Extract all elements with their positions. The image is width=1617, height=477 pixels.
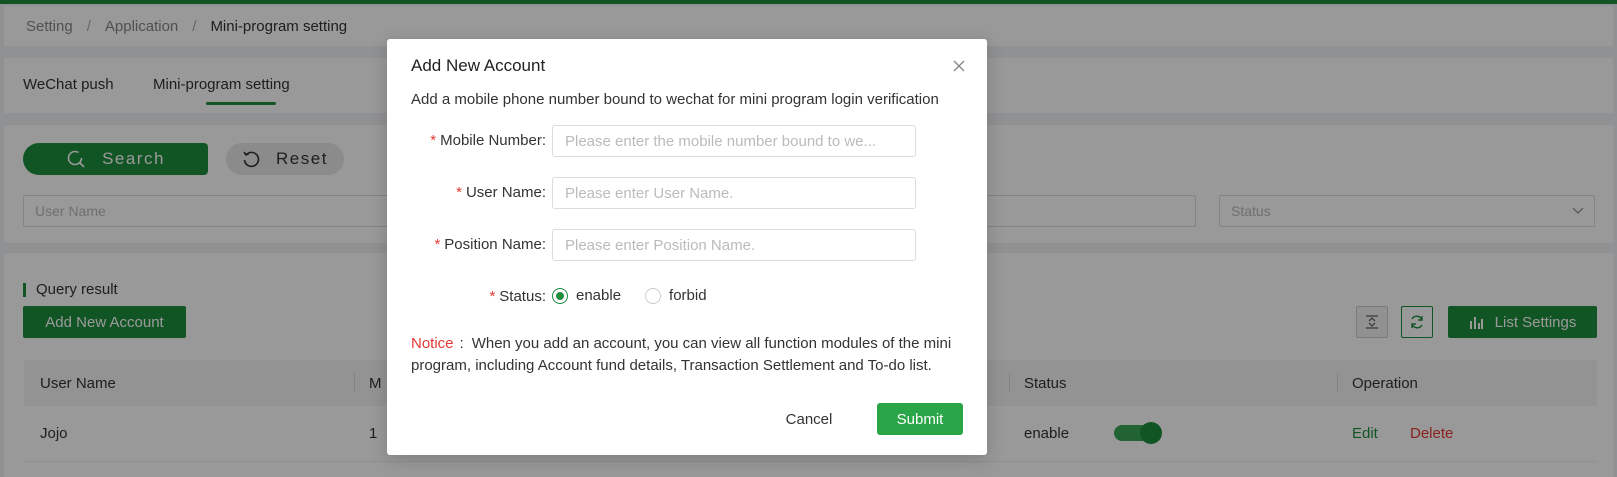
radio-enable-dot [552,287,568,304]
status-label: * Status: [489,288,546,305]
mobile-number-input[interactable] [552,125,916,157]
required-mark: * [430,132,437,149]
status-row: * Status: enable forbid [387,281,987,313]
notice-text: Notice: When you add an account, you can … [411,333,966,377]
notice-separator: : [459,335,464,352]
user-name-input[interactable] [552,177,916,209]
radio-enable[interactable]: enable [552,287,621,304]
user-name-label-text: User Name: [465,184,546,201]
position-name-row: * Position Name: [387,229,987,261]
position-name-label: * Position Name: [434,236,546,253]
user-name-row: * User Name: [387,177,987,209]
mobile-number-row: * Mobile Number: [387,125,987,157]
submit-button[interactable]: Submit [877,403,963,435]
position-name-input[interactable] [552,229,916,261]
notice-body: When you add an account, you can view al… [411,335,952,374]
dialog-title: Add New Account [411,56,546,75]
status-radio-group: enable forbid [552,287,731,304]
radio-forbid-label: forbid [669,287,707,304]
close-button[interactable] [951,58,967,74]
mobile-number-label: * Mobile Number: [430,132,546,149]
required-mark: * [434,236,441,253]
position-name-label-text: Position Name: [444,236,546,253]
cancel-button[interactable]: Cancel [773,403,845,435]
status-label-text: Status: [499,288,546,305]
radio-forbid-dot [645,287,662,304]
notice-key: Notice [411,335,454,352]
required-mark: * [489,288,496,305]
mobile-number-label-text: Mobile Number: [440,132,546,149]
close-icon [953,60,965,72]
radio-forbid[interactable]: forbid [645,287,707,304]
radio-enable-label: enable [576,287,622,304]
required-mark: * [456,184,462,201]
add-account-dialog: Add New Account Add a mobile phone numbe… [387,39,987,455]
dialog-description: Add a mobile phone number bound to wecha… [411,91,939,108]
user-name-label: * User Name: [456,184,546,201]
